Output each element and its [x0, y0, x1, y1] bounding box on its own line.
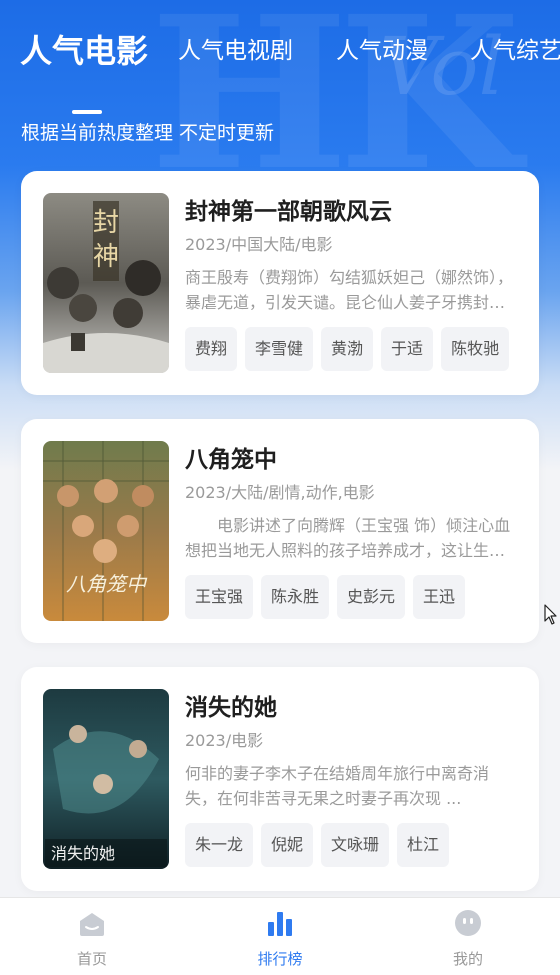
cast-tag[interactable]: 王宝强 — [185, 575, 254, 619]
cast-tag[interactable]: 陈牧驰 — [441, 327, 510, 371]
movie-poster[interactable]: 八角笼中 — [43, 441, 169, 621]
cast-tag[interactable]: 倪妮 — [261, 823, 314, 867]
svg-text:消失的她: 消失的她 — [51, 844, 115, 863]
nav-home-label: 首页 — [76, 950, 107, 968]
movie-card[interactable]: 封 神 封神第一部朝歌风云 2023/中国大陆/电影 商王殷寿（费翔饰）勾结狐妖… — [21, 171, 539, 395]
bottom-navigation: 首页 排行榜 我的 — [0, 897, 560, 975]
movie-meta: 2023/中国大陆/电影 — [185, 235, 333, 254]
home-icon — [77, 908, 107, 938]
active-tab-indicator — [72, 110, 102, 114]
profile-icon — [453, 908, 483, 938]
tab-movies[interactable]: 人气电影 — [20, 24, 148, 78]
cast-tag[interactable]: 黄渤 — [321, 327, 374, 371]
svg-text:八角笼中: 八角笼中 — [66, 572, 148, 596]
nav-profile-label: 我的 — [452, 950, 483, 968]
nav-profile[interactable]: 我的 — [408, 898, 528, 975]
tab-anime[interactable]: 人气动漫 — [336, 28, 428, 74]
movie-card[interactable]: 八角笼中 八角笼中 2023/大陆/剧情,动作,电影 电影讲述了向腾辉（王宝强 … — [21, 419, 539, 643]
mouse-cursor-icon — [544, 604, 558, 626]
tab-tv-series[interactable]: 人气电视剧 — [178, 28, 293, 74]
movie-title: 消失的她 — [185, 695, 277, 721]
movie-description: 电影讲述了向腾辉（王宝强 饰）倾注心血想把当地无人照料的孩子培养成才，这让生活陷… — [185, 516, 511, 560]
category-tabs: 人气电影 人气电视剧 人气动漫 人气综艺 — [0, 28, 560, 114]
movie-title: 八角笼中 — [185, 447, 277, 473]
movie-poster[interactable]: 封 神 — [43, 193, 169, 373]
cast-tags: 费翔 李雪健 黄渤 于适 陈牧驰 — [185, 327, 519, 371]
ranking-icon — [265, 908, 295, 938]
nav-ranking[interactable]: 排行榜 — [220, 898, 340, 975]
nav-ranking-label: 排行榜 — [257, 950, 303, 968]
svg-text:封: 封 — [93, 208, 119, 238]
page-subtitle: 根据当前热度整理 不定时更新 — [21, 122, 275, 144]
cast-tag[interactable]: 王迅 — [413, 575, 466, 619]
movie-description: 商王殷寿（费翔饰）勾结狐妖妲己（娜然饰），暴虐无道，引发天谴。昆仑仙人姜子牙携封… — [185, 268, 514, 312]
cast-tag[interactable]: 李雪健 — [245, 327, 314, 371]
cast-tags: 朱一龙 倪妮 文咏珊 杜江 — [185, 823, 519, 867]
cast-tag[interactable]: 文咏珊 — [321, 823, 390, 867]
svg-text:神: 神 — [93, 242, 119, 272]
movie-meta: 2023/大陆/剧情,动作,电影 — [185, 483, 375, 502]
movie-description: 何非的妻子李木子在结婚周年旅行中离奇消失，在何非苦寻无果之时妻子再次现 ... — [185, 764, 490, 808]
cast-tags: 王宝强 陈永胜 史彭元 王迅 — [185, 575, 519, 619]
cast-tag[interactable]: 于适 — [381, 327, 434, 371]
movie-meta: 2023/电影 — [185, 731, 264, 750]
tab-variety[interactable]: 人气综艺 — [470, 28, 560, 74]
cast-tag[interactable]: 陈永胜 — [261, 575, 330, 619]
nav-home[interactable]: 首页 — [32, 898, 152, 975]
movie-card[interactable]: 消失的她 消失的她 2023/电影 何非的妻子李木子在结婚周年旅行中离奇消失，在… — [21, 667, 539, 891]
movie-title: 封神第一部朝歌风云 — [185, 199, 392, 225]
cast-tag[interactable]: 杜江 — [397, 823, 450, 867]
movie-poster[interactable]: 消失的她 — [43, 689, 169, 869]
cast-tag[interactable]: 史彭元 — [337, 575, 406, 619]
cast-tag[interactable]: 费翔 — [185, 327, 238, 371]
cast-tag[interactable]: 朱一龙 — [185, 823, 254, 867]
